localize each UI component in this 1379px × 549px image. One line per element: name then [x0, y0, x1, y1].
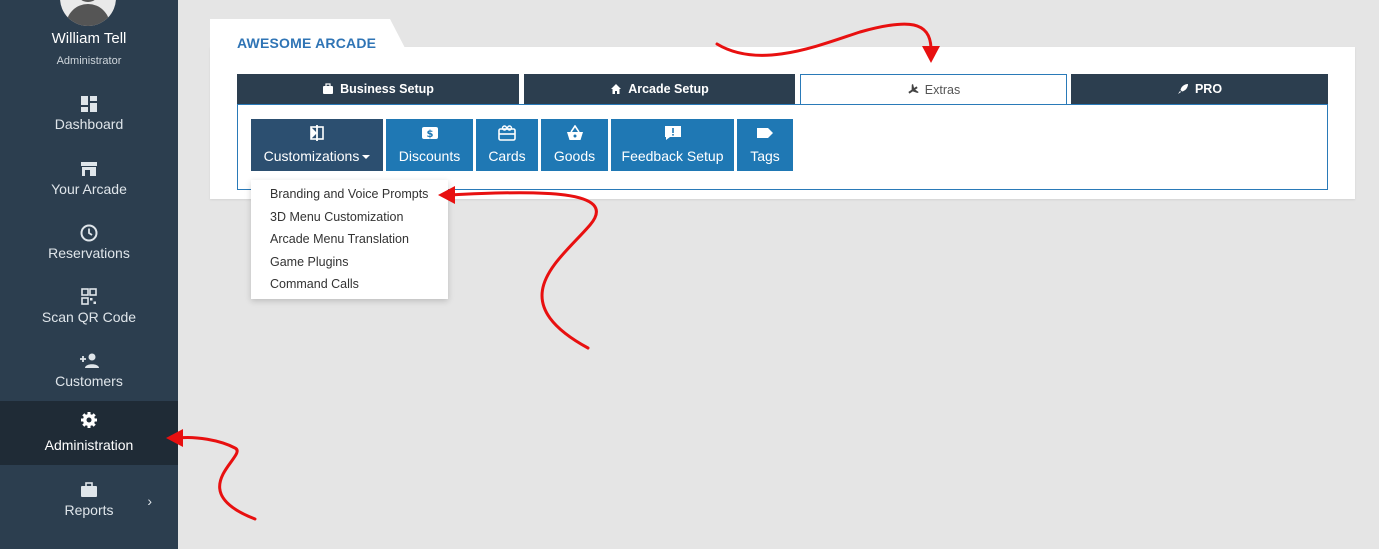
tab-label: Business Setup — [340, 82, 434, 96]
customize-icon — [310, 125, 324, 141]
sidebar-item-administration[interactable]: Administration — [0, 401, 178, 465]
annotation-arrow-branding — [448, 191, 598, 350]
user-role: Administrator — [56, 55, 122, 67]
sidebar-item-dashboard[interactable]: Dashboard — [0, 85, 178, 149]
sidebar-item-label: Reservations — [48, 245, 130, 261]
sidebar-item-reports[interactable]: Reports › — [0, 471, 178, 535]
sidebar-item-label: Your Arcade — [51, 181, 127, 197]
home-icon — [611, 84, 622, 94]
tags-button[interactable]: Tags — [737, 119, 793, 171]
caret-down-icon — [362, 155, 371, 160]
cards-button[interactable]: Cards — [476, 119, 538, 171]
svg-text:$: $ — [426, 129, 433, 140]
basket-icon — [566, 125, 583, 140]
tab-extras[interactable]: Extras — [800, 74, 1067, 105]
store-icon — [81, 162, 97, 176]
page-title: AWESOME ARCADE — [237, 35, 377, 51]
tab-label: PRO — [1194, 82, 1223, 96]
briefcase-icon — [323, 83, 334, 94]
chevron-right-icon[interactable]: › — [147, 493, 152, 509]
briefcase-icon — [81, 482, 97, 497]
button-label: Discounts — [398, 148, 461, 164]
gear-icon — [81, 412, 97, 428]
tab-arcade-setup[interactable]: Arcade Setup — [524, 74, 795, 104]
sidebar-item-label: Administration — [44, 437, 134, 453]
sidebar-item-customers[interactable]: Customers — [0, 342, 178, 406]
tab-label: Extras — [924, 83, 961, 97]
dropdown-item-game-plugins[interactable]: Game Plugins — [270, 255, 349, 269]
dashboard-icon — [81, 96, 97, 112]
customizations-dropdown: Branding and Voice Prompts 3D Menu Custo… — [251, 180, 448, 299]
customizations-button[interactable]: Customizations — [251, 119, 383, 171]
button-label: Goods — [553, 148, 596, 164]
sidebar-item-your-arcade[interactable]: Your Arcade — [0, 150, 178, 214]
qr-code-icon — [81, 288, 97, 305]
clock-icon — [80, 224, 98, 242]
sidebar-item-scan-qr-code[interactable]: Scan QR Code — [0, 278, 178, 342]
button-label: Feedback Setup — [621, 148, 724, 164]
feedback-icon — [664, 126, 681, 140]
sidebar-item-label: Scan QR Code — [41, 309, 137, 325]
dropdown-item-arcade-menu-translation[interactable]: Arcade Menu Translation — [270, 232, 409, 246]
dropdown-item-branding-and-voice-prompts[interactable]: Branding and Voice Prompts — [270, 187, 428, 201]
button-label: Cards — [488, 148, 526, 164]
dropdown-item-command-calls[interactable]: Command Calls — [270, 277, 359, 291]
tab-business-setup[interactable]: Business Setup — [237, 74, 519, 104]
add-person-icon — [80, 353, 99, 368]
card-icon — [498, 125, 516, 141]
button-label: Customizations — [263, 148, 360, 164]
discounts-button[interactable]: $ Discounts — [386, 119, 473, 171]
tab-label: Arcade Setup — [628, 82, 709, 96]
button-label: Tags — [750, 148, 780, 164]
tag-icon — [757, 128, 773, 138]
sidebar: William Tell Administrator Dashboard You… — [0, 0, 178, 549]
plane-icon — [908, 84, 919, 94]
feedback-setup-button[interactable]: Feedback Setup — [611, 119, 734, 171]
avatar[interactable] — [60, 0, 116, 26]
discount-icon: $ — [421, 127, 438, 140]
sidebar-item-label: Customers — [55, 373, 123, 389]
rocket-icon — [1177, 84, 1188, 94]
user-name: William Tell — [51, 30, 127, 47]
dropdown-item-3d-menu-customization[interactable]: 3D Menu Customization — [270, 210, 403, 224]
annotation-arrow-administration — [176, 436, 257, 521]
sidebar-item-label: Dashboard — [54, 116, 124, 132]
tab-pro[interactable]: PRO — [1071, 74, 1328, 104]
goods-button[interactable]: Goods — [541, 119, 608, 171]
sidebar-item-reservations[interactable]: Reservations — [0, 214, 178, 278]
